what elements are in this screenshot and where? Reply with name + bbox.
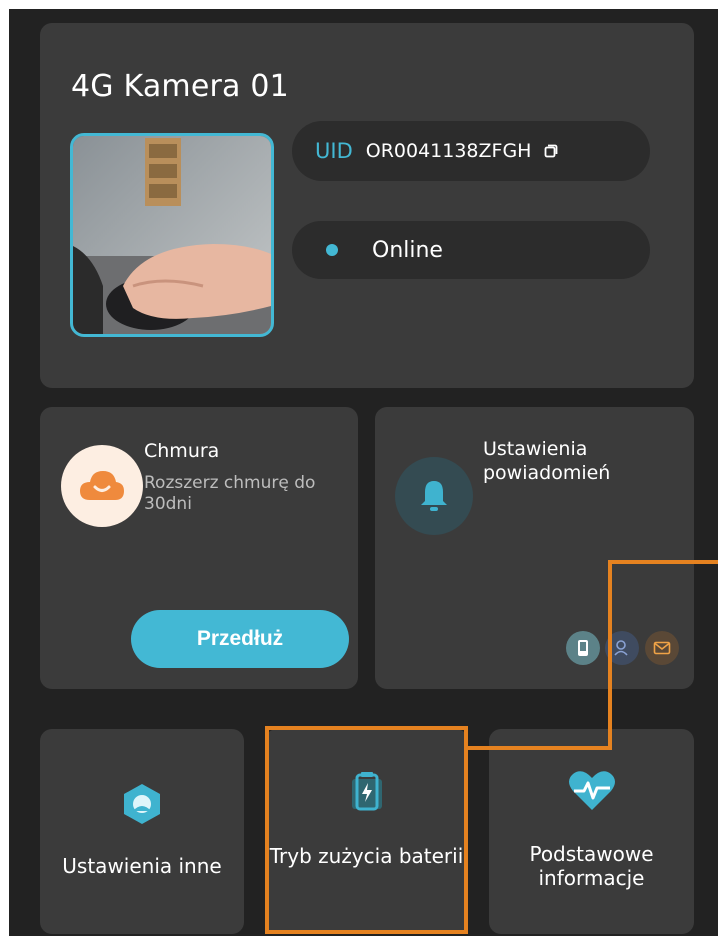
highlight-connector-line (468, 560, 718, 750)
app-screen: 4G Kamera 01 UID OR0041138ZFGH Online Ch… (9, 9, 718, 936)
